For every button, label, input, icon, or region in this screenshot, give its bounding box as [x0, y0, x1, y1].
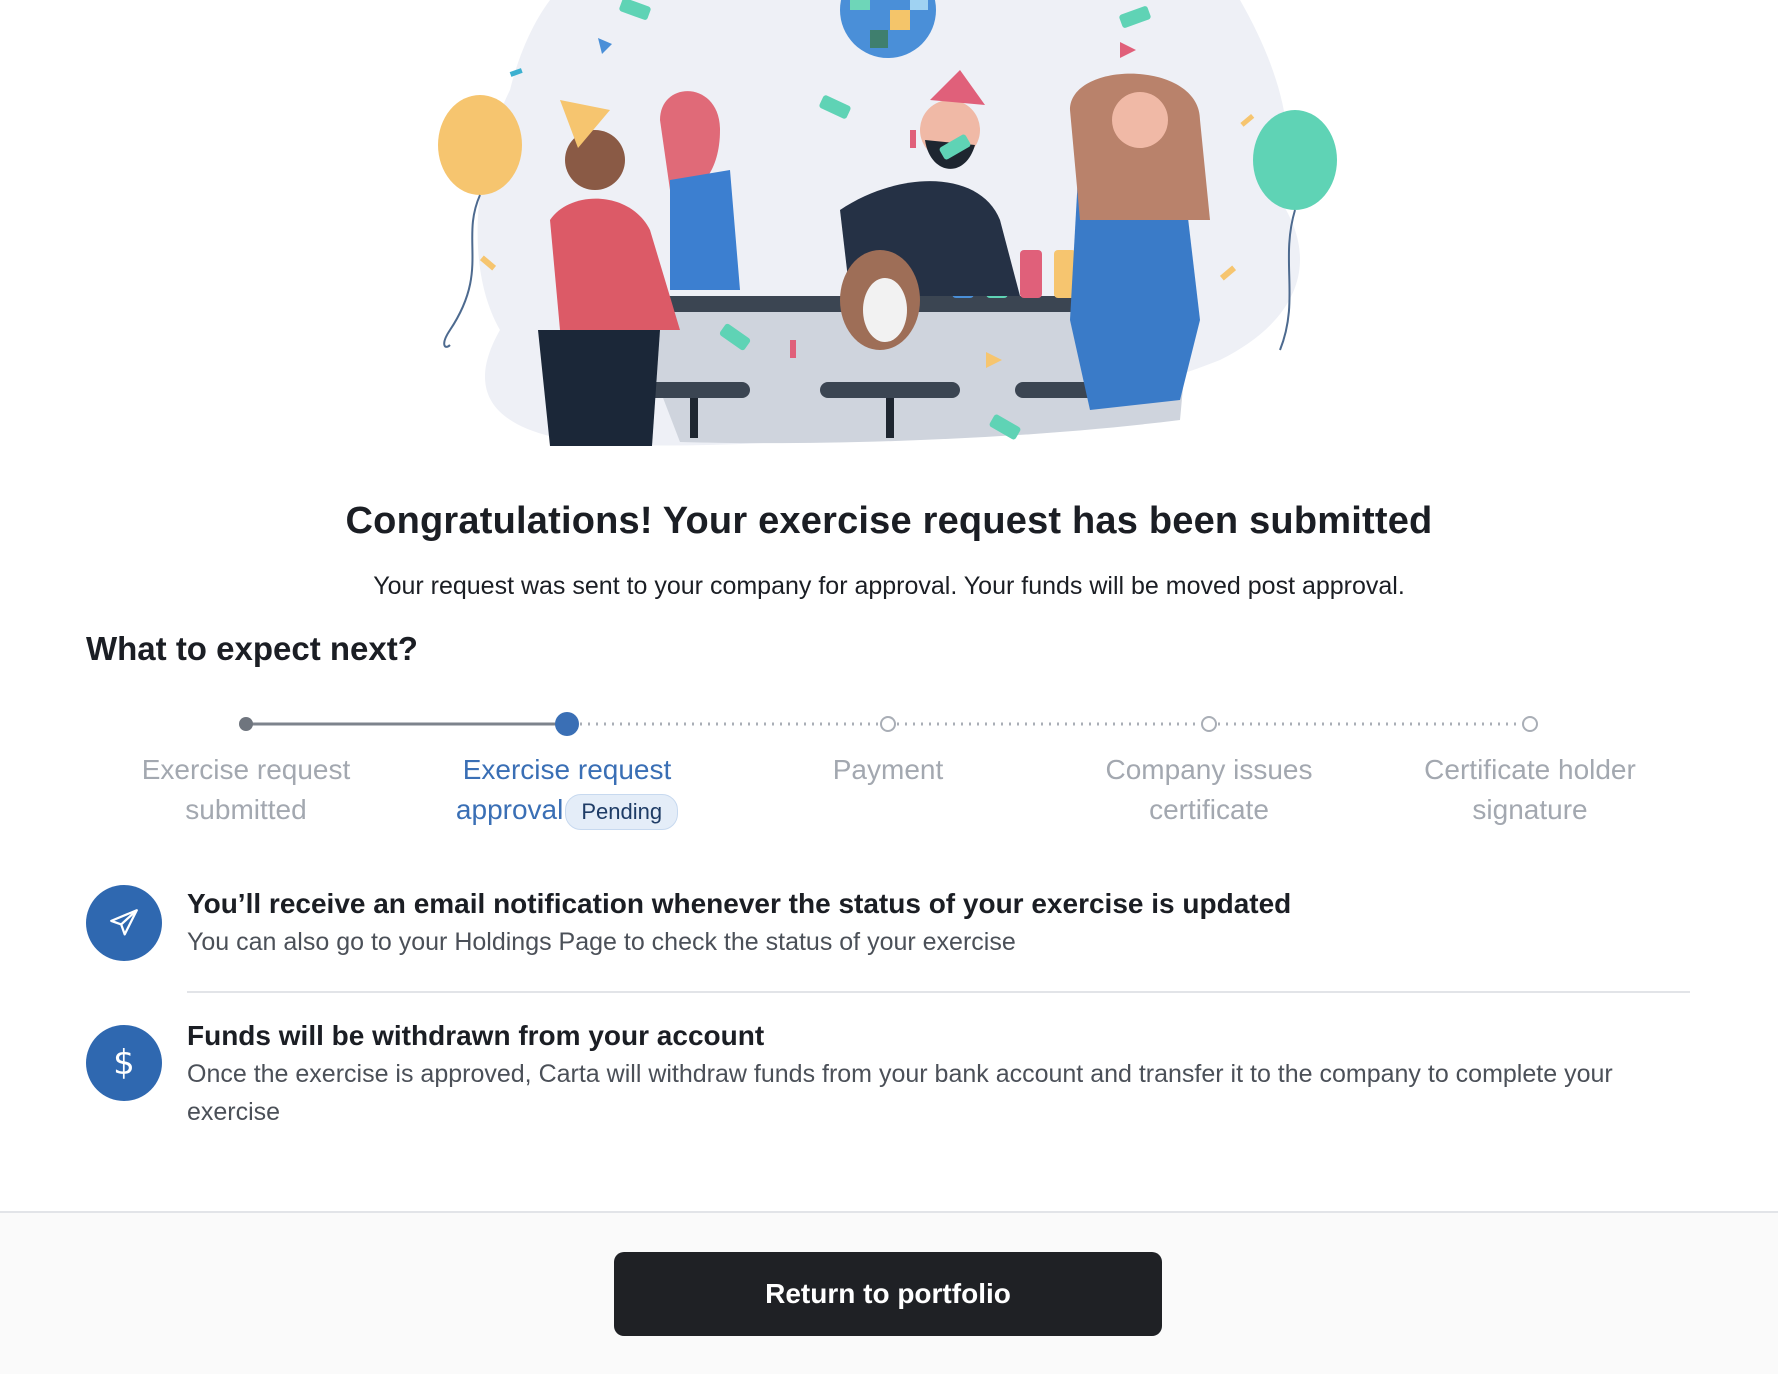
dollar-icon: $ [86, 1025, 162, 1101]
confirmation-title: Congratulations! Your exercise request h… [345, 500, 1433, 542]
funds-withdrawal-body: Once the exercise is approved, Carta wil… [187, 1060, 1613, 1126]
step-node-complete [239, 717, 253, 731]
step-label-payment: Payment [832, 754, 944, 785]
paper-plane-icon [86, 885, 162, 961]
step-node-upcoming [1201, 716, 1217, 732]
return-to-portfolio-button[interactable]: Return to portfolio [614, 1252, 1162, 1336]
confirmation-subtitle: Your request was sent to your company fo… [373, 572, 1405, 600]
email-notification-body: You can also go to your Holdings Page to… [187, 928, 1016, 956]
progress-stepper: Exercise request submitted Exercise requ… [0, 700, 1778, 840]
info-divider [187, 991, 1690, 993]
pending-status-badge: Pending [565, 793, 679, 830]
step-label-submitted: Exercise request submitted [141, 754, 351, 825]
celebration-illustration [420, 0, 1360, 460]
step-node-upcoming [1522, 716, 1538, 732]
step-label-certificate: Company issues certificate [1105, 754, 1313, 825]
funds-withdrawal-info: $ Funds will be withdrawn from your acco… [86, 1017, 1690, 1137]
email-notification-info: You’ll receive an email notification whe… [86, 885, 1690, 975]
step-node-upcoming [880, 716, 896, 732]
funds-withdrawal-title: Funds will be withdrawn from your accoun… [187, 1020, 765, 1051]
next-steps-heading: What to expect next? [86, 630, 418, 667]
step-label-approval: Exercise request approval Pending [417, 750, 717, 830]
step-node-current [555, 712, 579, 736]
step-label-signature: Certificate holder signature [1424, 754, 1636, 825]
email-notification-title: You’ll receive an email notification whe… [187, 888, 1292, 919]
